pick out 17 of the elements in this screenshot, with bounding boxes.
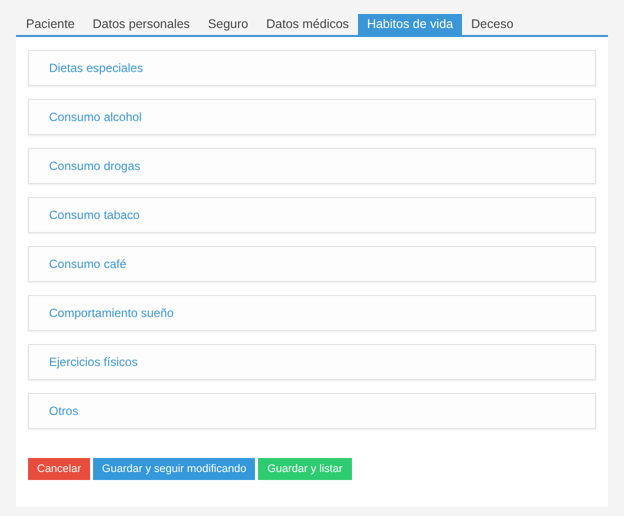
section-panel[interactable]: Comportamiento sueño [28,295,596,331]
tab[interactable]: Deceso [462,14,522,35]
section-panel[interactable]: Consumo drogas [28,148,596,184]
section-panel[interactable]: Consumo café [28,246,596,282]
tab[interactable]: Datos médicos [257,14,358,35]
tab[interactable]: Seguro [198,14,258,35]
section-panel[interactable]: Consumo tabaco [28,197,596,233]
section-panel[interactable]: Otros [28,393,596,429]
tab[interactable]: Paciente [17,14,84,35]
section-panel[interactable]: Dietas especiales [28,50,596,86]
tab[interactable]: Datos personales [84,14,199,35]
section-panel[interactable]: Consumo alcohol [28,99,596,135]
section-panel[interactable]: Ejercicios físicos [28,344,596,380]
cancel-button[interactable]: Cancelar [28,458,90,480]
save-button[interactable]: Guardar y listar [258,458,352,480]
save-button[interactable]: Guardar y seguir modificando [93,458,256,480]
tab[interactable]: Habitos de vida [358,14,462,35]
